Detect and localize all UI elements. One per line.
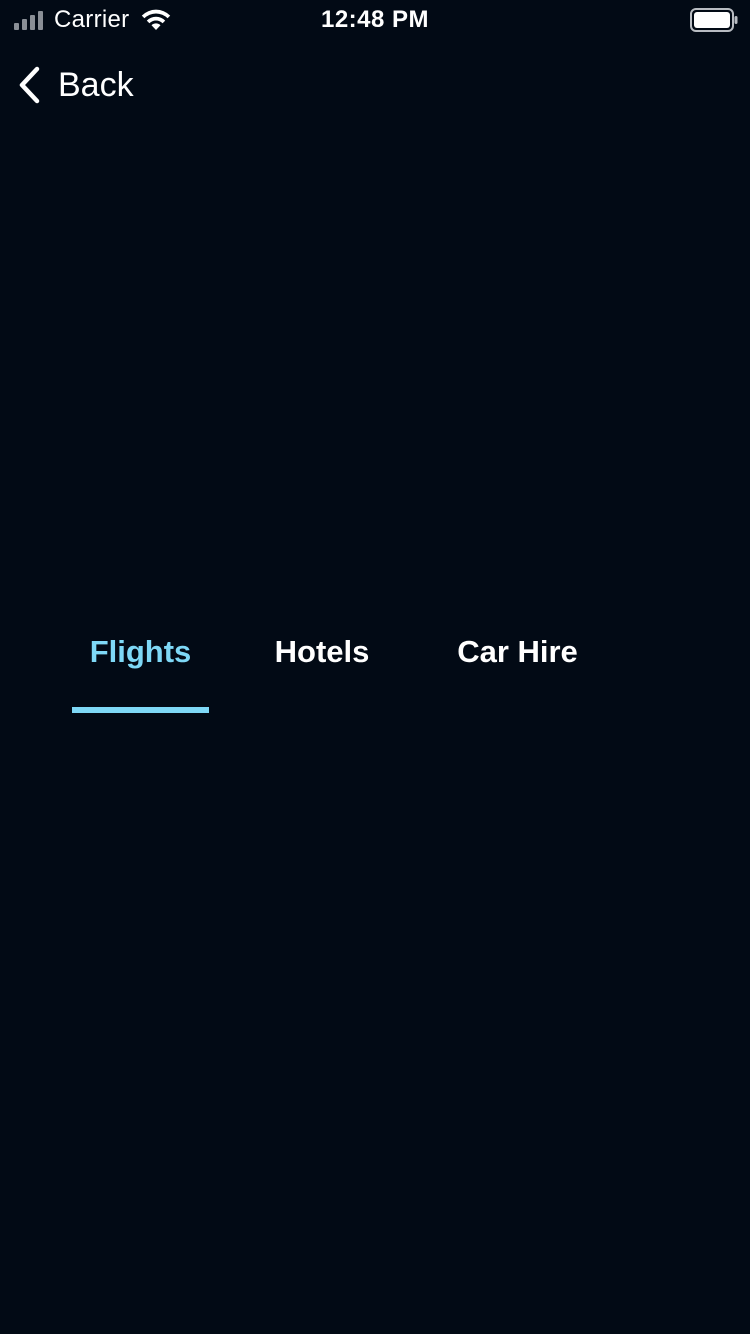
back-label: Back	[58, 66, 134, 104]
tab-label: Hotels	[274, 634, 370, 669]
chevron-left-icon	[19, 66, 40, 104]
status-bar: Carrier 12:48 PM	[0, 0, 750, 40]
tab-label: Car Hire	[457, 634, 578, 669]
tab-hotels[interactable]: Hotels	[262, 626, 382, 716]
battery-icon	[690, 8, 738, 32]
tab-car-hire[interactable]: Car Hire	[440, 626, 595, 716]
tab-label: Flights	[89, 634, 192, 669]
active-tab-indicator	[72, 707, 209, 713]
app-screen: Carrier 12:48 PM Back Flights Hotels Car…	[0, 0, 750, 1334]
tab-flights[interactable]: Flights	[72, 626, 209, 716]
status-time: 12:48 PM	[320, 6, 430, 33]
back-button[interactable]: Back	[16, 62, 134, 108]
tab-bar: Flights Hotels Car Hire	[0, 626, 750, 716]
